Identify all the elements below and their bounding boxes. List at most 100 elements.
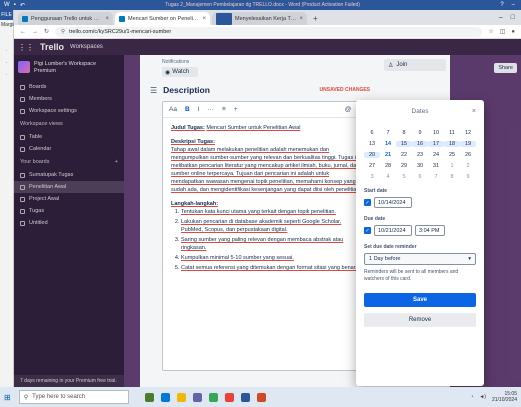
calendar-day-other-month[interactable]: 2 (460, 163, 476, 169)
calendar-day[interactable]: 29 (396, 163, 412, 169)
calendar-day[interactable]: 13 (364, 141, 380, 147)
calendar-day[interactable]: 28 (380, 163, 396, 169)
app-icon[interactable] (144, 392, 154, 402)
help-icon[interactable]: ? (500, 2, 503, 8)
calendar-day[interactable]: 6 (364, 130, 380, 136)
save-icon[interactable]: ▪ (14, 2, 16, 9)
calendar-day-range[interactable]: 18 (444, 141, 460, 147)
calendar-day[interactable]: 31 (428, 163, 444, 169)
calendar-day-other-month[interactable]: 4 (380, 174, 396, 180)
close-icon[interactable]: × (105, 16, 109, 22)
browser-tab[interactable]: Menyelesaikan Kerja Tugas D... × (212, 12, 307, 25)
calendar-day[interactable]: 11 (444, 130, 460, 136)
calendar-day[interactable]: 8 (396, 130, 412, 136)
trello-logo[interactable]: Trello (40, 42, 64, 52)
calendar-day[interactable]: 12 (460, 130, 476, 136)
bookmark-icon[interactable]: ☆ (488, 28, 493, 35)
start-date-checkbox[interactable]: ✓ (364, 199, 371, 206)
windows-start-icon[interactable]: ⊞ (4, 393, 11, 402)
join-button[interactable]: ♙ Join (384, 59, 446, 71)
close-icon[interactable]: × (299, 16, 303, 22)
italic-button[interactable]: I (198, 106, 200, 113)
board-item-active[interactable]: Penelitian Awal (14, 181, 124, 193)
board-item[interactable]: Untitled (14, 217, 124, 229)
calendar-day-other-month[interactable]: 6 (412, 174, 428, 180)
minimize-icon[interactable]: – (499, 14, 503, 21)
calendar-day-range[interactable]: 16 (412, 141, 428, 147)
forward-icon[interactable]: → (32, 29, 38, 35)
description-editor[interactable]: Aa B I ··· ≡ + @ ? Judul Tugas: Mencari … (162, 101, 370, 371)
browser-tab[interactable]: Penggunaan Trello untuk Peng... × (18, 12, 113, 25)
calendar-day-range[interactable]: 17 (428, 141, 444, 147)
calendar-day[interactable]: 7 (380, 130, 396, 136)
teams-icon[interactable] (192, 392, 202, 402)
board-item[interactable]: Project Awal (14, 193, 124, 205)
calendar-day-range[interactable]: 20 (364, 152, 380, 158)
volume-icon[interactable]: ◄) (479, 394, 486, 400)
calendar-day-other-month[interactable]: 3 (364, 174, 380, 180)
site-info-icon[interactable]: ⚲ (61, 29, 65, 35)
file-tab[interactable]: FILE (0, 10, 13, 20)
back-icon[interactable]: ← (20, 29, 26, 35)
sidebar-item-boards[interactable]: Boards (14, 81, 124, 93)
folder-icon[interactable] (176, 392, 186, 402)
reload-icon[interactable]: ↻ (44, 28, 49, 35)
due-date-input[interactable]: 10/21/2024 (374, 225, 412, 236)
maximize-icon[interactable]: □ (511, 14, 515, 21)
share-button[interactable]: Share (494, 63, 517, 73)
board-item[interactable]: Tugas (14, 205, 124, 217)
calendar-day-other-month[interactable]: 9 (460, 174, 476, 180)
app-switcher-icon[interactable]: ⋮⋮ (18, 43, 34, 52)
mention-button[interactable]: @ (345, 106, 352, 113)
close-icon[interactable]: × (202, 16, 206, 22)
app-icon[interactable] (256, 392, 266, 402)
calendar-day-other-month[interactable]: 8 (444, 174, 460, 180)
edge-icon[interactable] (160, 392, 170, 402)
more-formatting-button[interactable]: ··· (207, 106, 214, 113)
due-time-input[interactable]: 3:04 PM (415, 225, 445, 236)
remove-button[interactable]: Remove (364, 313, 476, 327)
calendar-day-other-month[interactable]: 7 (428, 174, 444, 180)
app-icon[interactable] (224, 392, 234, 402)
insert-button[interactable]: + (234, 106, 238, 113)
watch-button[interactable]: ◉ Watch (162, 67, 198, 77)
start-date-input[interactable]: 10/14/2024 (374, 197, 412, 208)
calendar-day-range[interactable]: 15 (396, 141, 412, 147)
close-icon[interactable]: × (472, 108, 476, 115)
calendar-day[interactable]: 22 (396, 152, 412, 158)
minimize-icon[interactable]: – (512, 2, 515, 8)
board-item[interactable]: Sumatupak Tugas (14, 169, 124, 181)
save-button[interactable]: Save (364, 293, 476, 307)
sidebar-item-settings[interactable]: Workspace settings (14, 105, 124, 117)
calendar-day[interactable]: 26 (460, 152, 476, 158)
list-button[interactable]: ≡ (222, 106, 226, 113)
chrome-icon[interactable] (208, 392, 218, 402)
wifi-icon[interactable]: ◔ (470, 394, 473, 400)
bold-button[interactable]: B (185, 106, 190, 113)
calendar-day[interactable]: 23 (412, 152, 428, 158)
sidebar-item-table[interactable]: Table (14, 131, 124, 143)
add-board-icon[interactable]: + (115, 159, 118, 165)
sidebar-item-calendar[interactable]: Calendar (14, 143, 124, 155)
workspaces-menu[interactable]: Workspaces (70, 44, 103, 50)
reminder-select[interactable]: 1 Day before ▾ (364, 253, 476, 265)
new-tab-button[interactable]: + (309, 14, 322, 25)
extensions-icon[interactable]: ◫ (500, 28, 506, 35)
sidebar-item-members[interactable]: Members (14, 93, 124, 105)
margins-button[interactable]: Margins (0, 20, 19, 30)
browser-tab-active[interactable]: Mencari Sumber on Penelitian × (115, 12, 210, 25)
calendar-day[interactable]: 9 (412, 130, 428, 136)
word-icon[interactable] (240, 392, 250, 402)
calendar-day[interactable]: 25 (444, 152, 460, 158)
calendar-day-due[interactable]: 21 (380, 152, 396, 158)
due-date-checkbox[interactable]: ✓ (364, 227, 371, 234)
unsaved-changes-badge[interactable]: UNSAVED CHANGES (320, 87, 370, 93)
calendar-day-range[interactable]: 19 (460, 141, 476, 147)
calendar-day[interactable]: 10 (428, 130, 444, 136)
profile-icon[interactable]: ● (511, 29, 515, 35)
url-field[interactable]: ⚲ trello.com/c/kySRC29u/1-mencari-sumber (55, 26, 483, 37)
calendar-day-other-month[interactable]: 5 (396, 174, 412, 180)
calendar-day-start[interactable]: 14 (380, 141, 396, 147)
clock[interactable]: 15:05 21/10/2024 (492, 391, 517, 403)
calendar-day-other-month[interactable]: 1 (444, 163, 460, 169)
